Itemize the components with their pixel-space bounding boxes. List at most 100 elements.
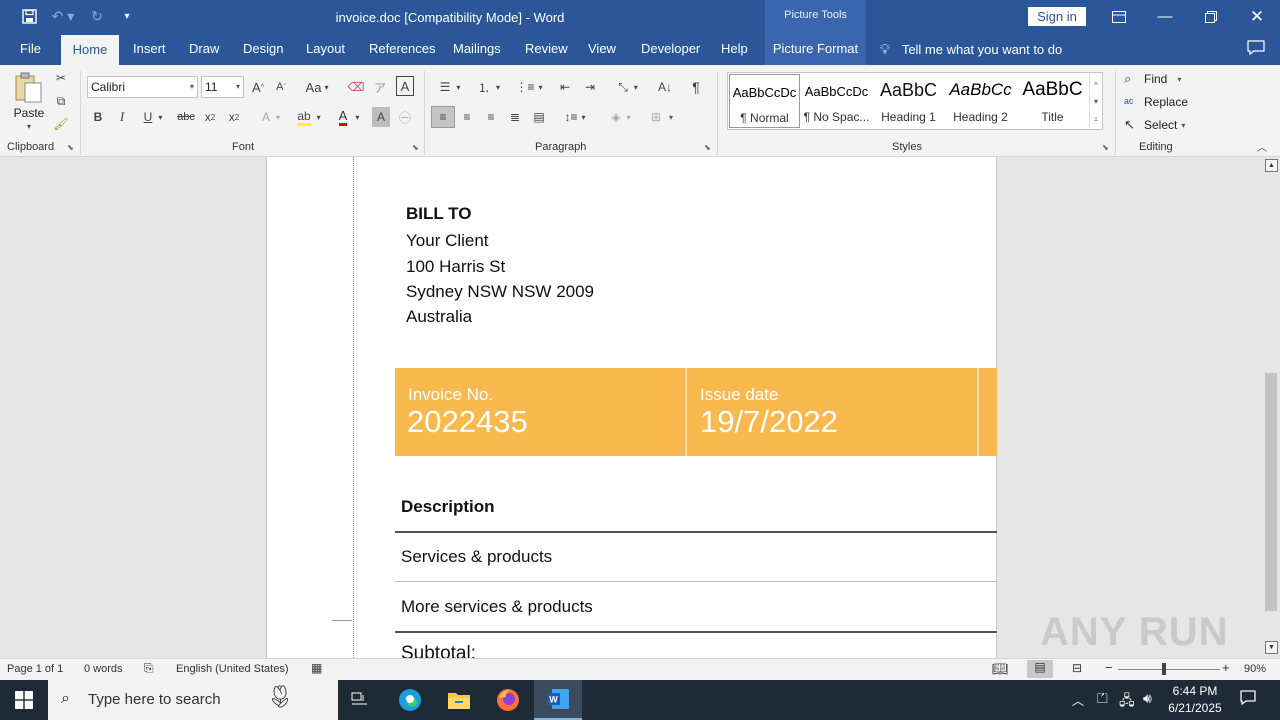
line-spacing-icon[interactable]: ↕≡ ▾ (558, 106, 592, 128)
styles-scroll-down-icon[interactable]: ▾ (1089, 92, 1102, 110)
tab-mailings[interactable]: Mailings (453, 33, 501, 65)
print-layout-icon[interactable]: ▤ (1027, 660, 1053, 678)
zoom-level[interactable]: 90% (1244, 663, 1266, 675)
font-launcher-icon[interactable]: ⬊ (412, 143, 419, 152)
paste-dropdown-icon[interactable]: ▾ (24, 121, 34, 131)
volume-icon[interactable]: 🔊︎ (1143, 690, 1152, 707)
client-city[interactable]: Sydney NSW NSW 2009 (406, 282, 594, 302)
style-heading-1[interactable]: AaBbC Heading 1 (873, 74, 944, 128)
copy-icon[interactable]: ⧉ (52, 92, 70, 110)
bill-to-heading[interactable]: BILL TO (406, 204, 472, 224)
tab-draw[interactable]: Draw (189, 33, 219, 65)
tab-help[interactable]: Help (721, 33, 748, 65)
borders-icon[interactable]: ⊞ ▾ (644, 106, 680, 128)
zoom-slider[interactable] (1118, 669, 1220, 670)
tab-view[interactable]: View (588, 33, 616, 65)
format-painter-icon[interactable]: 🖌︎ (52, 115, 70, 133)
restore-icon[interactable] (1188, 0, 1234, 33)
shading-icon[interactable]: ◈ ▾ (604, 106, 638, 128)
tab-review[interactable]: Review (525, 33, 568, 65)
tab-file[interactable]: File (20, 33, 41, 65)
tab-picture-format[interactable]: Picture Format (765, 33, 866, 65)
highlight-icon[interactable]: ab ▾ (293, 107, 325, 127)
ribbon-display-options-icon[interactable] (1096, 0, 1142, 33)
align-right-icon[interactable]: ≡ (481, 106, 501, 128)
phonetic-guide-icon[interactable]: ア (371, 76, 389, 98)
multilevel-list-icon[interactable]: ⋮≡ ▾ (512, 76, 546, 98)
strikethrough-icon[interactable]: abc (176, 107, 196, 127)
file-explorer-icon[interactable] (435, 680, 483, 720)
paragraph-launcher-icon[interactable]: ⬊ (704, 143, 711, 152)
scroll-down-icon[interactable]: ▼ (1265, 641, 1278, 654)
word-taskbar-icon[interactable]: W (534, 680, 582, 720)
client-name[interactable]: Your Client (406, 231, 489, 251)
italic-icon[interactable]: I (114, 107, 130, 127)
table-row-2[interactable]: More services & products (401, 597, 593, 617)
superscript-icon[interactable]: x2 (225, 107, 243, 127)
collapse-ribbon-icon[interactable]: ︿ (1254, 139, 1270, 154)
bold-icon[interactable]: B (90, 107, 106, 127)
styles-scroll-up-icon[interactable]: ▴ (1089, 73, 1102, 91)
sort-icon[interactable]: A↓ (655, 76, 675, 98)
tell-me-search[interactable]: 💡︎ Tell me what you want to do (880, 33, 1062, 65)
web-layout-icon[interactable]: ⊟ (1072, 661, 1082, 675)
zoom-in-icon[interactable]: + (1222, 660, 1230, 675)
clear-formatting-icon[interactable]: ⌫ (347, 76, 365, 98)
decrease-indent-icon[interactable]: ⇤ (555, 76, 575, 98)
tab-developer[interactable]: Developer (641, 33, 700, 65)
align-left-icon[interactable]: ≡ (431, 106, 455, 128)
edge-icon[interactable] (386, 680, 434, 720)
scroll-up-icon[interactable]: ▲ (1265, 159, 1278, 172)
minimize-icon[interactable]: — (1142, 0, 1188, 33)
close-icon[interactable]: ✕ (1234, 0, 1280, 33)
sign-in-button[interactable]: Sign in (1028, 7, 1086, 26)
tab-home[interactable]: Home (61, 35, 119, 65)
font-family-select[interactable]: Calibri ▾ (87, 76, 198, 98)
firefox-icon[interactable] (484, 680, 532, 720)
font-size-select[interactable]: 11 ▾ (201, 76, 244, 98)
client-country[interactable]: Australia (406, 307, 472, 327)
numbering-icon[interactable]: ⒈ ▾ (472, 76, 506, 98)
select-button[interactable]: ↖ Select ▾ (1124, 114, 1185, 136)
cut-icon[interactable]: ✂ (52, 69, 70, 87)
proofing-icon[interactable]: ⎘ (144, 661, 154, 676)
subtotal-label[interactable]: Subtotal: (401, 643, 476, 658)
zoom-slider-thumb[interactable] (1162, 663, 1166, 675)
justify-icon[interactable]: ≣ (505, 106, 525, 128)
increase-indent-icon[interactable]: ⇥ (580, 76, 600, 98)
client-street[interactable]: 100 Harris St (406, 257, 505, 277)
scrollbar-thumb[interactable] (1265, 373, 1277, 611)
word-count[interactable]: 0 words (84, 663, 123, 675)
read-mode-icon[interactable]: 📖︎ (992, 661, 1009, 677)
grow-font-icon[interactable]: A ^ (249, 76, 267, 98)
network-icon[interactable]: 🖧︎ (1119, 690, 1135, 714)
task-view-icon[interactable] (336, 680, 384, 720)
font-color-icon[interactable]: A ▾ (333, 107, 365, 127)
show-hidden-icons-icon[interactable]: ︿ (1072, 692, 1084, 709)
vertical-scrollbar[interactable]: ▲ ▼ (1263, 157, 1280, 658)
style-no-spacing[interactable]: AaBbCcDc ¶ No Spac... (801, 74, 872, 128)
styles-more-icon[interactable]: ⩡ (1089, 111, 1102, 129)
subscript-icon[interactable]: x2 (201, 107, 219, 127)
bullets-icon[interactable]: ☰ ▾ (433, 76, 467, 98)
taskbar-search-box[interactable]: ⌕ Type here to search 🌷︎ (48, 680, 338, 720)
text-effects-icon[interactable]: A ▾ (256, 107, 286, 127)
character-border-icon[interactable]: A (396, 76, 414, 96)
style-normal[interactable]: AaBbCcDc ¶ Normal (729, 74, 800, 128)
change-case-button[interactable]: Aa ▾ (300, 76, 334, 98)
replace-button[interactable]: ᵃᶜ Replace (1124, 91, 1188, 113)
start-button[interactable] (0, 680, 48, 720)
description-header[interactable]: Description (401, 497, 495, 517)
enclose-characters-icon[interactable]: ㊀ (396, 107, 414, 127)
align-center-icon[interactable]: ≡ (457, 106, 477, 128)
distributed-icon[interactable]: ▤ (529, 106, 549, 128)
underline-icon[interactable]: U ▾ (138, 107, 168, 127)
tab-references[interactable]: References (369, 33, 435, 65)
style-title[interactable]: AaBbC Title (1017, 74, 1088, 128)
zoom-out-icon[interactable]: − (1105, 660, 1113, 675)
notifications-icon[interactable] (1240, 690, 1256, 708)
clipboard-launcher-icon[interactable]: ⬊ (67, 143, 74, 152)
paste-icon[interactable] (12, 71, 46, 105)
styles-launcher-icon[interactable]: ⬊ (1102, 143, 1109, 152)
page-count[interactable]: Page 1 of 1 (7, 663, 63, 675)
